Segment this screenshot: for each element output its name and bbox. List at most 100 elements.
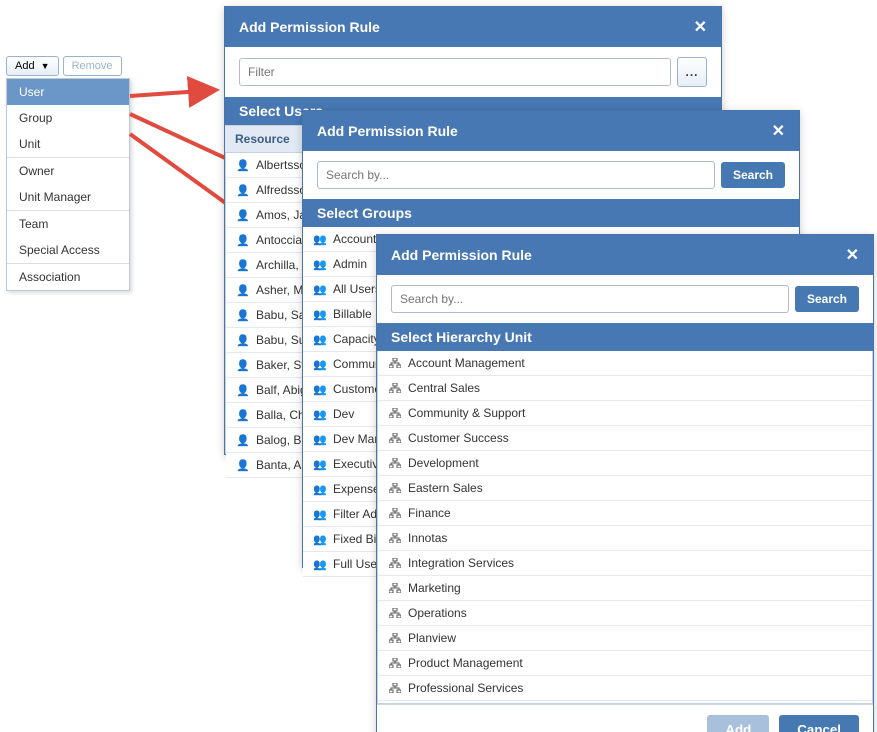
menu-item-team[interactable]: Team: [7, 211, 129, 237]
list-item-label: Eastern Sales: [408, 481, 862, 495]
list-item[interactable]: Professional Services: [378, 676, 872, 701]
hierarchy-unit-icon: [388, 483, 402, 493]
hierarchy-unit-icon: [388, 508, 402, 518]
dialog-titlebar[interactable]: Add Permission Rule ✕: [303, 111, 799, 151]
close-icon[interactable]: ✕: [694, 17, 707, 37]
group-icon: [313, 383, 327, 396]
hierarchy-unit-icon: [388, 358, 402, 368]
add-permission-dialog-units: Add Permission Rule ✕ Search Select Hier…: [376, 234, 874, 732]
search-button[interactable]: Search: [795, 286, 859, 312]
list-item[interactable]: Account Management: [378, 351, 872, 376]
group-icon: [313, 258, 327, 271]
hierarchy-unit-icon: [388, 433, 402, 443]
hierarchy-unit-icon: [388, 683, 402, 693]
menu-item-group[interactable]: Group: [7, 105, 129, 131]
group-icon: [313, 558, 327, 571]
hierarchy-unit-icon: [388, 558, 402, 568]
list-item[interactable]: Eastern Sales: [378, 476, 872, 501]
hierarchy-unit-icon: [388, 533, 402, 543]
search-input[interactable]: [391, 285, 789, 313]
dialog-footer: Add Cancel: [377, 704, 873, 732]
list-item[interactable]: Operations: [378, 601, 872, 626]
list-item[interactable]: Product Management: [378, 651, 872, 676]
dialog-body: Search: [377, 275, 873, 323]
group-icon: [313, 358, 327, 371]
list-item[interactable]: Customer Success: [378, 426, 872, 451]
list-item-label: Customer Success: [408, 431, 862, 445]
list-item[interactable]: Development: [378, 451, 872, 476]
user-icon: [236, 309, 250, 322]
list-item-label: Community & Support: [408, 406, 862, 420]
section-header-groups: Select Groups: [303, 199, 799, 227]
list-item-label: Central Sales: [408, 381, 862, 395]
dialog-body: Search: [303, 151, 799, 199]
list-item-label: Operations: [408, 606, 862, 620]
menu-item-association[interactable]: Association: [7, 264, 129, 290]
user-icon: [236, 434, 250, 447]
group-icon: [313, 283, 327, 296]
user-icon: [236, 359, 250, 372]
list-item[interactable]: Finance: [378, 501, 872, 526]
list-item[interactable]: Marketing: [378, 576, 872, 601]
hierarchy-unit-icon: [388, 583, 402, 593]
list-item-label: Professional Services: [408, 681, 862, 695]
hierarchy-unit-icon: [388, 408, 402, 418]
list-item[interactable]: Central Sales: [378, 376, 872, 401]
menu-item-unit-manager[interactable]: Unit Manager: [7, 184, 129, 210]
add-menu-group: Add ▼ Remove UserGroupUnitOwnerUnit Mana…: [6, 56, 130, 291]
dialog-titlebar[interactable]: Add Permission Rule ✕: [377, 235, 873, 275]
list-item[interactable]: Community & Support: [378, 401, 872, 426]
user-icon: [236, 234, 250, 247]
list-item-label: Marketing: [408, 581, 862, 595]
units-scroll[interactable]: Account Management Central Sales Community…: [377, 351, 873, 704]
filter-options-button[interactable]: ...: [677, 57, 707, 87]
group-icon: [313, 308, 327, 321]
group-icon: [313, 483, 327, 496]
list-item-label: Account Management: [408, 356, 862, 370]
menu-item-owner[interactable]: Owner: [7, 158, 129, 184]
search-input[interactable]: [317, 161, 715, 189]
user-icon: [236, 384, 250, 397]
remove-button[interactable]: Remove: [63, 56, 122, 76]
user-icon: [236, 259, 250, 272]
menu-item-user[interactable]: User: [7, 79, 129, 105]
dialog-add-button[interactable]: Add: [707, 715, 769, 732]
group-icon: [313, 433, 327, 446]
list-item[interactable]: Innotas: [378, 526, 872, 551]
group-icon: [313, 333, 327, 346]
remove-button-label: Remove: [72, 60, 113, 72]
group-icon: [313, 458, 327, 471]
close-icon[interactable]: ✕: [772, 121, 785, 141]
dialog-cancel-button[interactable]: Cancel: [779, 715, 859, 732]
filter-input[interactable]: [239, 58, 671, 86]
user-icon: [236, 334, 250, 347]
dialog-title: Add Permission Rule: [391, 247, 532, 263]
user-icon: [236, 284, 250, 297]
user-icon: [236, 409, 250, 422]
close-icon[interactable]: ✕: [846, 245, 859, 265]
user-icon: [236, 184, 250, 197]
menu-item-unit[interactable]: Unit: [7, 131, 129, 157]
list-item-label: Planview: [408, 631, 862, 645]
list-item-label: Integration Services: [408, 556, 862, 570]
list-item[interactable]: Planview: [378, 626, 872, 651]
hierarchy-unit-icon: [388, 608, 402, 618]
dialog-titlebar[interactable]: Add Permission Rule ✕: [225, 7, 721, 47]
hierarchy-unit-icon: [388, 633, 402, 643]
hierarchy-unit-icon: [388, 658, 402, 668]
add-dropdown-button[interactable]: Add ▼: [6, 56, 59, 76]
group-icon: [313, 533, 327, 546]
hierarchy-unit-icon: [388, 458, 402, 468]
list-item-label: Development: [408, 456, 862, 470]
menu-item-special-access[interactable]: Special Access: [7, 237, 129, 263]
add-remove-toolbar: Add ▼ Remove: [6, 56, 130, 76]
dialog-title: Add Permission Rule: [317, 123, 458, 139]
list-item[interactable]: Integration Services: [378, 551, 872, 576]
ellipsis-icon: ...: [685, 65, 698, 79]
group-icon: [313, 508, 327, 521]
search-button[interactable]: Search: [721, 162, 785, 188]
group-icon: [313, 233, 327, 246]
user-icon: [236, 159, 250, 172]
add-dropdown-menu: UserGroupUnitOwnerUnit ManagerTeamSpecia…: [6, 78, 130, 291]
list-item-label: Product Management: [408, 656, 862, 670]
